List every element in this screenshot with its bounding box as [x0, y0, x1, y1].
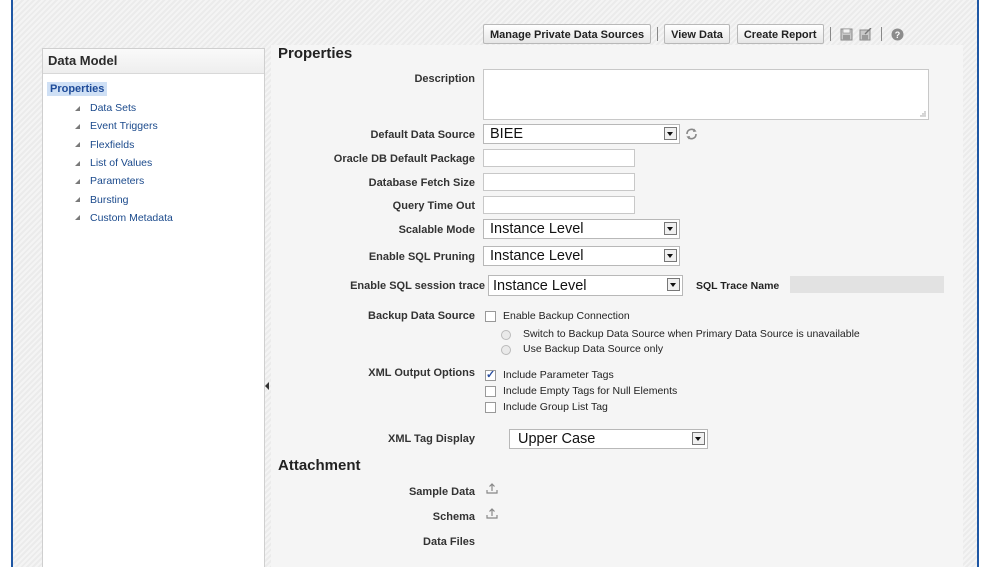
include-parameter-tags-checkbox[interactable] [485, 368, 496, 381]
chevron-down-icon[interactable] [664, 249, 677, 262]
xml-output-options-label: XML Output Options [368, 367, 475, 379]
toolbar-separator [657, 27, 659, 41]
expand-triangle-icon[interactable] [75, 160, 80, 166]
upload-icon[interactable] [486, 483, 498, 494]
scalable-mode-label: Scalable Mode [398, 224, 475, 236]
select-value: Instance Level [490, 221, 584, 237]
tree-item-label: List of Values [90, 157, 153, 170]
tree-item-label: Bursting [90, 193, 129, 206]
enable-sql-session-trace-select[interactable]: Instance Level [488, 275, 683, 296]
panel-title: Data Model [43, 49, 264, 74]
database-fetch-size-label: Database Fetch Size [368, 177, 475, 189]
create-report-button[interactable]: Create Report [736, 24, 824, 44]
select-value: Instance Level [490, 248, 584, 264]
sample-data-label: Sample Data [408, 486, 475, 498]
schema-label: Schema [432, 511, 475, 523]
toolbar-separator [829, 27, 831, 41]
xml-tag-display-select[interactable]: Upper Case [509, 429, 708, 449]
xml-tag-display-label: XML Tag Display [387, 433, 475, 445]
use-backup-only-label: Use Backup Data Source only [523, 343, 664, 355]
scalable-mode-select[interactable]: Instance Level [483, 219, 680, 239]
properties-panel: Properties Description Default Data Sour… [271, 45, 963, 567]
oracle-db-default-package-input[interactable] [483, 149, 635, 167]
chevron-down-icon[interactable] [664, 222, 677, 235]
save-icon[interactable] [840, 28, 853, 41]
expand-triangle-icon[interactable] [75, 197, 80, 203]
sql-trace-name-input[interactable] [790, 276, 944, 293]
select-value: Upper Case [518, 431, 596, 447]
help-icon[interactable]: ? [891, 28, 904, 41]
save-as-icon[interactable] [859, 27, 872, 41]
database-fetch-size-input[interactable] [483, 173, 635, 191]
expand-triangle-icon[interactable] [75, 142, 80, 148]
oracle-db-default-package-label: Oracle DB Default Package [333, 153, 475, 165]
expand-triangle-icon[interactable] [75, 215, 80, 221]
use-backup-only-radio[interactable] [501, 345, 511, 355]
tree-item-label: Flexfields [90, 138, 135, 151]
svg-text:?: ? [894, 30, 900, 40]
tree-item-label: Data Sets [90, 102, 137, 115]
chevron-down-icon[interactable] [667, 278, 680, 291]
default-data-source-label: Default Data Source [370, 129, 475, 141]
description-textarea[interactable] [483, 69, 929, 120]
expand-triangle-icon[interactable] [75, 123, 80, 129]
description-label: Description [414, 73, 475, 85]
include-group-list-tag-label: Include Group List Tag [503, 401, 608, 413]
enable-backup-connection-label: Enable Backup Connection [503, 310, 630, 322]
properties-title: Properties [278, 45, 353, 62]
upload-icon[interactable] [486, 508, 498, 519]
expand-triangle-icon[interactable] [75, 105, 80, 111]
tree-item-list-of-values[interactable]: List of Values [75, 154, 173, 172]
tree-item-parameters[interactable]: Parameters [75, 172, 173, 190]
tree-item-label: Parameters [90, 175, 145, 188]
backup-data-source-label: Backup Data Source [368, 310, 475, 322]
enable-sql-session-trace-label: Enable SQL session trace [350, 280, 485, 292]
tree-item-event-triggers[interactable]: Event Triggers [75, 117, 173, 135]
tree-item-custom-metadata[interactable]: Custom Metadata [75, 209, 173, 227]
tree-item-label: Custom Metadata [90, 211, 173, 224]
manage-private-data-sources-button[interactable]: Manage Private Data Sources [483, 24, 652, 44]
tree-item-bursting[interactable]: Bursting [75, 190, 173, 208]
enable-sql-pruning-select[interactable]: Instance Level [483, 246, 680, 266]
refresh-icon[interactable] [685, 128, 698, 140]
query-time-out-label: Query Time Out [392, 200, 475, 212]
default-data-source-select[interactable]: BIEE [483, 124, 680, 144]
tree-item-flexfields[interactable]: Flexfields [75, 136, 173, 154]
include-parameter-tags-label: Include Parameter Tags [503, 369, 614, 381]
select-value: BIEE [490, 126, 524, 142]
query-time-out-input[interactable] [483, 196, 635, 214]
enable-backup-connection-checkbox[interactable] [485, 311, 496, 322]
resize-grip-icon[interactable] [919, 110, 926, 117]
tree-item-properties[interactable]: Properties [47, 82, 108, 96]
tree-item-label: Event Triggers [90, 120, 158, 133]
expand-triangle-icon[interactable] [75, 178, 80, 184]
data-files-label: Data Files [423, 536, 475, 548]
sql-trace-name-label: SQL Trace Name [696, 280, 780, 292]
collapse-panel-handle[interactable] [265, 380, 270, 392]
switch-to-backup-label: Switch to Backup Data Source when Primar… [523, 328, 860, 340]
include-group-list-tag-checkbox[interactable] [485, 402, 496, 413]
view-data-button[interactable]: View Data [664, 24, 730, 44]
enable-sql-pruning-label: Enable SQL Pruning [368, 251, 475, 263]
switch-to-backup-radio[interactable] [501, 330, 511, 340]
include-empty-tags-label: Include Empty Tags for Null Elements [503, 385, 678, 397]
chevron-down-icon[interactable] [692, 432, 705, 445]
toolbar: Manage Private Data Sources View Data Cr… [483, 23, 907, 45]
tree-list: Data Sets Event Triggers Flexfields List… [75, 99, 173, 227]
toolbar-separator [880, 27, 882, 41]
tree-item-data-sets[interactable]: Data Sets [75, 99, 173, 117]
chevron-down-icon[interactable] [664, 127, 677, 140]
select-value: Instance Level [493, 277, 587, 294]
attachment-title: Attachment [278, 457, 361, 474]
include-empty-tags-checkbox[interactable] [485, 386, 496, 397]
